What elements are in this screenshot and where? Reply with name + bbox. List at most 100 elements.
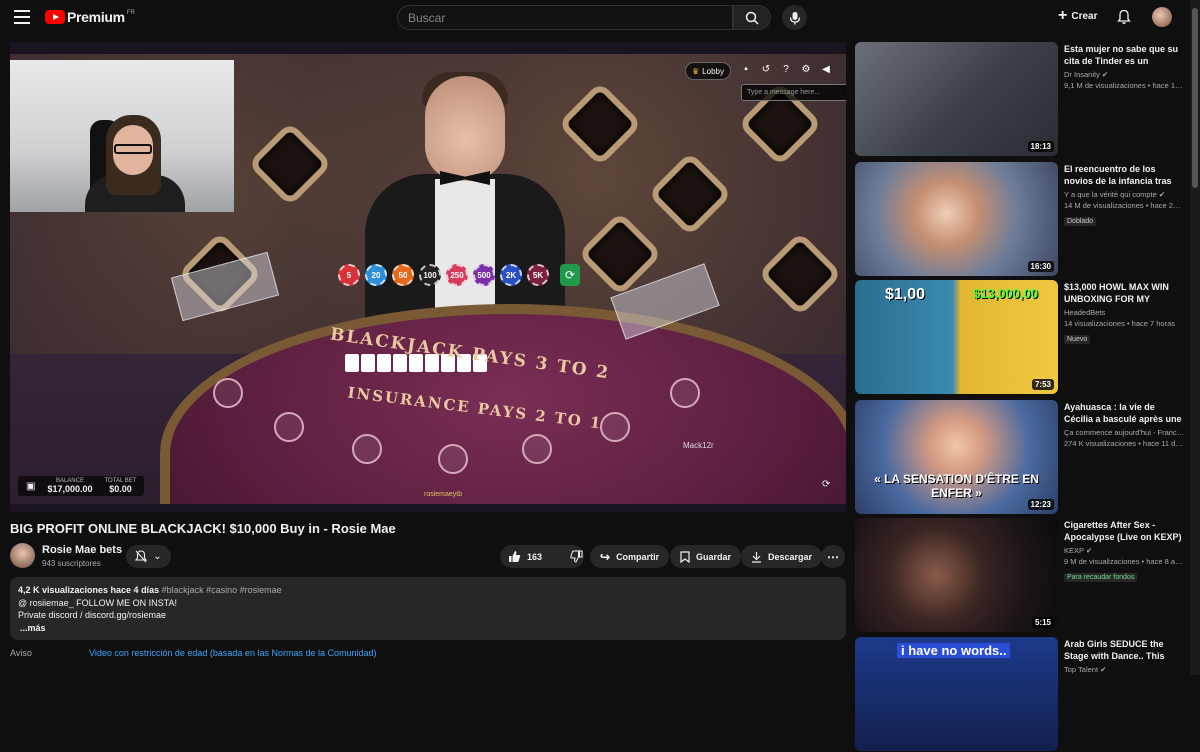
video-thumbnail[interactable]: « LA SENSATION D'ÊTRE EN ENFER » 12:23 [855,400,1058,514]
video-stats: 14 visualizaciones • hace 7 horas [1064,319,1176,328]
save-label: Guardar [696,551,732,562]
history-icon[interactable]: ↺ [760,64,772,76]
chip-50[interactable]: 50 [392,264,414,286]
share-button[interactable]: ↪ Compartir [590,545,670,568]
volume-icon[interactable]: ◀ [820,64,832,76]
recommended-video[interactable]: 16:30 El reencuentro de los novios de la … [855,162,1185,277]
video-title[interactable]: $13,000 HOWL MAX WIN UNBOXING FOR MY BIG… [1064,281,1184,305]
chip-selector: 5 20 50 100 250 500 2K 5K ⟳ [338,264,580,286]
video-title[interactable]: El reencuentro de los novios de la infan… [1064,163,1184,187]
search-button[interactable] [733,5,771,30]
channel-name[interactable]: KEXP ✔ [1064,546,1184,555]
recommended-video[interactable]: $1,00 $13,000,00 7:53 $13,000 HOWL MAX WIN … [855,280,1185,395]
thumbs-down-icon [570,550,583,563]
chip-250[interactable]: 250 [446,264,468,286]
total-bet-value: $0.00 [109,484,132,494]
youtube-logo-icon [45,10,65,24]
video-duration: 5:15 [1031,617,1054,628]
chip-500[interactable]: 500 [473,264,495,286]
video-title: BIG PROFIT ONLINE BLACKJACK! $10,000 Buy… [10,521,396,536]
balance-value: $17,000.00 [47,484,93,494]
youtube-premium-logo[interactable]: Premium FR [45,9,135,25]
dealer-head [425,76,505,181]
video-stats: 9,1 M de visualizaciones • hace 1… [1064,81,1183,90]
page-scrollbar[interactable] [1190,0,1200,675]
bell-off-icon [135,550,148,563]
channel-name[interactable]: Ça commence aujourd'hui - Franc… [1064,428,1184,437]
help-icon[interactable]: ? [780,64,792,76]
chip-5[interactable]: 5 [338,264,360,286]
like-dislike-group: 163 [500,545,584,568]
warning-label: Aviso [10,648,32,658]
video-title[interactable]: Cigarettes After Sex - Apocalypse (Live … [1064,519,1184,543]
settings-icon[interactable]: ⚙ [800,64,812,76]
game-controls: ▪ ↺ ? ⚙ ◀ [740,64,832,76]
microphone-icon [789,11,800,24]
cashier-icon[interactable]: ⟳ [822,479,830,490]
balance-panel: ▣ BALANCE $17,000.00 TOTAL BET $0.00 [18,476,145,496]
description-box[interactable]: 4,2 K visualizaciones hace 4 días #black… [10,577,846,640]
like-button[interactable]: 163 [500,545,550,568]
seat [522,434,552,464]
wall-ornament [647,151,733,237]
account-avatar[interactable] [1152,7,1172,27]
player-tag: Mack12r [683,441,714,450]
top-bar: Premium FR + Crear [0,0,1200,36]
recommended-video[interactable]: 5:15 Cigarettes After Sex - Apocalypse (L… [855,518,1185,633]
chevron-down-icon: ⌄ [153,551,162,562]
create-button[interactable]: + Crear [1058,8,1097,24]
channel-name[interactable]: Top Talent ✔ [1064,665,1184,674]
channel-name[interactable]: Dr Insanity ✔ [1064,70,1184,79]
chip-20[interactable]: 20 [365,264,387,286]
subscription-notification-button[interactable]: ⌄ [126,545,171,568]
description-line: @ rosiiemae_ FOLLOW ME ON INSTA! [18,597,177,608]
chat-icon[interactable]: ▪ [740,64,752,76]
more-icon: ⋯ [827,549,839,564]
channel-name[interactable]: Y a que la vérité qui compte ✔ [1064,190,1184,199]
video-thumbnail[interactable]: 16:30 [855,162,1058,276]
recommended-video[interactable]: i have no words.. Arab Girls SEDUCE the S… [855,637,1185,752]
lobby-button[interactable]: ♛ Lobby [685,62,731,80]
bookmark-icon [680,550,690,563]
channel-name[interactable]: HeadedBets [1064,308,1184,317]
notifications-button[interactable] [1117,9,1131,30]
recommended-video[interactable]: 18:13 Esta mujer no sabe que su cita de T… [855,42,1185,157]
chip-100[interactable]: 100 [419,264,441,286]
streamer-handle: rosiemaeytb [424,491,463,498]
seat [274,412,304,442]
show-more-link[interactable]: ...más [18,622,838,635]
download-button[interactable]: Descargar [741,545,823,568]
video-title[interactable]: Esta mujer no sabe que su cita de Tinder… [1064,43,1184,67]
rebet-icon[interactable]: ⟳ [560,264,580,286]
save-button[interactable]: Guardar [670,545,742,568]
video-thumbnail[interactable]: $1,00 $13,000,00 7:53 [855,280,1058,394]
video-thumbnail[interactable]: i have no words.. [855,637,1058,751]
channel-avatar[interactable] [10,543,35,568]
video-title[interactable]: Arab Girls SEDUCE the Stage with Dance..… [1064,638,1184,662]
voice-search-button[interactable] [782,5,807,30]
scrollbar-thumb[interactable] [1192,8,1198,188]
logo-region: FR [126,10,135,16]
channel-name[interactable]: Rosie Mae bets [42,544,122,556]
hashtags[interactable]: #blackjack #casino #rosiemae [162,585,282,595]
age-restriction-link[interactable]: Video con restricción de edad (basada en… [89,648,377,658]
more-actions-button[interactable]: ⋯ [821,545,845,568]
wall-ornament [757,231,843,317]
seat [600,412,630,442]
video-thumbnail[interactable]: 5:15 [855,518,1058,632]
chat-message-input[interactable]: Type a message here... [741,84,846,101]
chip-2k[interactable]: 2K [500,264,522,286]
video-title[interactable]: Ayahuasca : la vie de Cécilia a basculé … [1064,401,1184,425]
seat [213,378,243,408]
search-input[interactable] [408,10,732,25]
dislike-button[interactable] [562,545,591,568]
streamer-webcam [10,60,234,212]
video-thumbnail[interactable]: 18:13 [855,42,1058,156]
thumbs-up-icon [509,551,521,562]
video-info: Esta mujer no sabe que su cita de Tinder… [1064,43,1184,90]
recommended-video[interactable]: « LA SENSATION D'ÊTRE EN ENFER » 12:23 Aya… [855,400,1185,515]
chip-5k[interactable]: 5K [527,264,549,286]
thumb-caption: $1,00 [885,286,926,303]
video-player[interactable]: BLACKJACK PAYS 3 TO 2 INSURANCE PAYS 2 T… [10,42,846,512]
menu-icon[interactable] [14,10,30,24]
